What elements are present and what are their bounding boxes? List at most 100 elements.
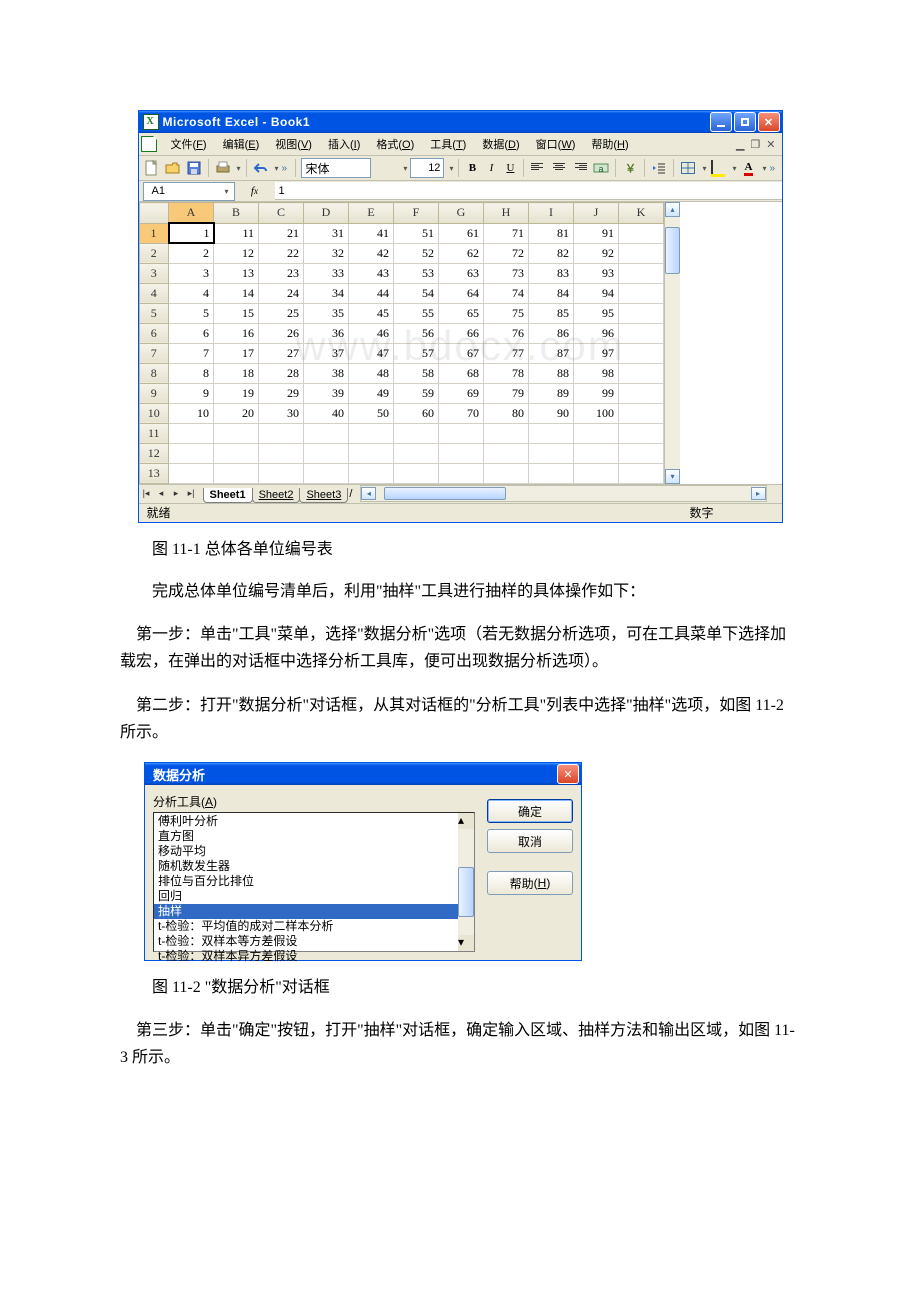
row-header[interactable]: 12 <box>139 443 169 463</box>
cell[interactable]: 83 <box>529 263 574 283</box>
cell[interactable]: 65 <box>439 303 484 323</box>
help-button[interactable]: 帮助(H) <box>487 871 573 895</box>
cell[interactable] <box>619 303 664 323</box>
cell[interactable]: 33 <box>304 263 349 283</box>
mdi-restore-button[interactable]: ❐ <box>750 138 760 151</box>
column-header[interactable]: G <box>439 203 484 224</box>
underline-button[interactable]: U <box>502 162 518 174</box>
sheet-nav-first-icon[interactable]: |◂ <box>139 488 154 499</box>
cell[interactable] <box>619 463 664 483</box>
cell[interactable]: 62 <box>439 243 484 263</box>
cell[interactable]: 50 <box>349 403 394 423</box>
cell[interactable]: 37 <box>304 343 349 363</box>
cell[interactable]: 4 <box>169 283 214 303</box>
cell[interactable]: 42 <box>349 243 394 263</box>
cell[interactable]: 35 <box>304 303 349 323</box>
cell[interactable] <box>169 463 214 483</box>
cell[interactable] <box>484 443 529 463</box>
cell[interactable] <box>619 263 664 283</box>
list-item[interactable]: t-检验：双样本异方差假设 <box>154 949 458 964</box>
align-center-icon[interactable] <box>550 159 568 177</box>
cell[interactable]: 99 <box>574 383 619 403</box>
cell[interactable]: 48 <box>349 363 394 383</box>
cell[interactable]: 77 <box>484 343 529 363</box>
cell[interactable]: 40 <box>304 403 349 423</box>
cell[interactable]: 9 <box>169 383 214 403</box>
cell[interactable]: 19 <box>214 383 259 403</box>
list-item[interactable]: 移动平均 <box>154 844 458 859</box>
list-item[interactable]: t-检验：平均值的成对二样本分析 <box>154 919 458 934</box>
cell[interactable]: 1 <box>169 223 214 243</box>
cell[interactable]: 2 <box>169 243 214 263</box>
cell[interactable]: 3 <box>169 263 214 283</box>
cell[interactable]: 79 <box>484 383 529 403</box>
cell[interactable] <box>394 463 439 483</box>
cell[interactable] <box>304 463 349 483</box>
fill-color-dropdown-icon[interactable]: ▾ <box>730 164 736 173</box>
cell[interactable] <box>619 323 664 343</box>
cell[interactable]: 17 <box>214 343 259 363</box>
cell[interactable] <box>214 463 259 483</box>
cell[interactable]: 58 <box>394 363 439 383</box>
borders-dropdown-icon[interactable]: ▾ <box>700 164 706 173</box>
size-grip-icon[interactable] <box>767 486 782 501</box>
font-size-selector[interactable]: 12 <box>410 158 444 178</box>
cell[interactable] <box>619 283 664 303</box>
ok-button[interactable]: 确定 <box>487 799 573 823</box>
row-header[interactable]: 2 <box>139 243 169 263</box>
sheet-nav-next-icon[interactable]: ▸ <box>169 488 184 499</box>
menu-w[interactable]: 窗口(W) <box>528 134 584 154</box>
row-header[interactable]: 4 <box>139 283 169 303</box>
cell[interactable]: 84 <box>529 283 574 303</box>
formula-bar[interactable]: 1 <box>275 182 782 200</box>
print-icon[interactable] <box>214 159 232 177</box>
cell[interactable]: 96 <box>574 323 619 343</box>
cell[interactable]: 21 <box>259 223 304 243</box>
cell[interactable]: 90 <box>529 403 574 423</box>
name-box-dropdown-icon[interactable]: ▾ <box>220 187 234 196</box>
listbox-scroll-up-icon[interactable]: ▴ <box>458 813 474 829</box>
cell[interactable] <box>169 443 214 463</box>
column-header[interactable]: H <box>484 203 529 224</box>
row-header[interactable]: 5 <box>139 303 169 323</box>
new-file-icon[interactable] <box>143 159 161 177</box>
cell[interactable]: 56 <box>394 323 439 343</box>
cell[interactable]: 16 <box>214 323 259 343</box>
cell[interactable] <box>619 443 664 463</box>
cell[interactable]: 41 <box>349 223 394 243</box>
cell[interactable]: 82 <box>529 243 574 263</box>
cell[interactable] <box>394 423 439 443</box>
dialog-close-button[interactable]: ✕ <box>557 764 579 784</box>
row-header[interactable]: 11 <box>139 423 169 443</box>
cell[interactable]: 66 <box>439 323 484 343</box>
horizontal-scrollbar[interactable]: ◂ ▸ <box>360 485 766 502</box>
cell[interactable]: 26 <box>259 323 304 343</box>
font-color-icon[interactable]: A <box>739 159 757 177</box>
row-header[interactable]: 7 <box>139 343 169 363</box>
menu-f[interactable]: 文件(F) <box>163 134 215 154</box>
cell[interactable] <box>394 443 439 463</box>
column-header[interactable]: K <box>619 203 664 224</box>
listbox-scrollbar[interactable]: ▴ ▾ <box>458 813 474 951</box>
cell[interactable]: 38 <box>304 363 349 383</box>
name-box[interactable]: A1 ▾ <box>143 182 235 201</box>
cell[interactable]: 23 <box>259 263 304 283</box>
decrease-indent-icon[interactable] <box>650 159 668 177</box>
document-icon[interactable] <box>141 136 157 152</box>
cell[interactable] <box>304 443 349 463</box>
undo-icon[interactable] <box>252 159 270 177</box>
cell[interactable]: 100 <box>574 403 619 423</box>
cell[interactable] <box>574 463 619 483</box>
sheet-nav-last-icon[interactable]: ▸| <box>184 488 199 499</box>
analysis-tools-listbox[interactable]: 傅利叶分析直方图移动平均随机数发生器排位与百分比排位回归抽样t-检验：平均值的成… <box>153 812 475 952</box>
cell[interactable]: 73 <box>484 263 529 283</box>
listbox-scroll-thumb[interactable] <box>458 867 474 917</box>
sheet-tab[interactable]: Sheet1 <box>203 488 253 503</box>
italic-button[interactable]: I <box>483 162 499 174</box>
fill-color-icon[interactable] <box>709 159 727 177</box>
cell[interactable]: 46 <box>349 323 394 343</box>
cell[interactable] <box>529 463 574 483</box>
toolbar-overflow-icon[interactable]: » <box>770 163 778 174</box>
cell[interactable]: 68 <box>439 363 484 383</box>
column-header[interactable]: B <box>214 203 259 224</box>
